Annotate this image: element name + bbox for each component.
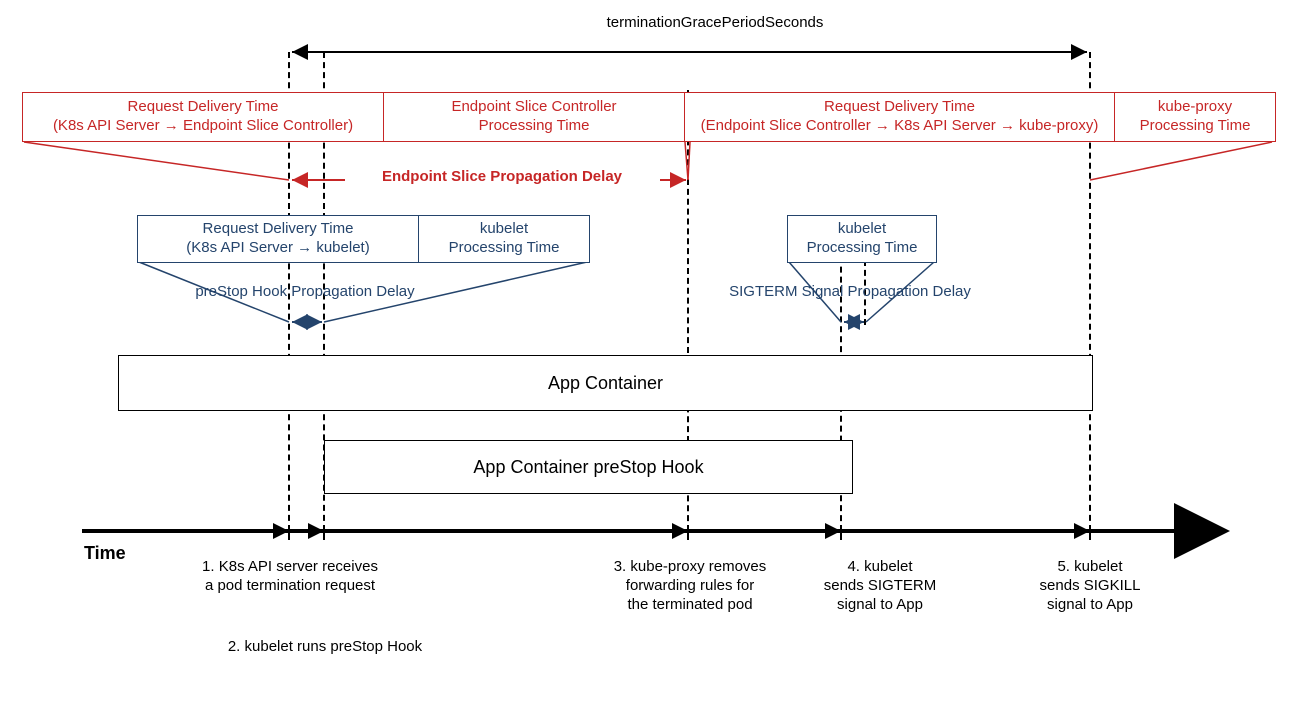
prestop-hook-label: App Container preStop Hook	[473, 456, 703, 479]
blue-box-2-l1: kubelet	[480, 220, 528, 237]
blue-box-1-l2: (K8s API Server → kubelet)	[186, 239, 369, 256]
blue-span-1-label: preStop Hook Propagation Delay	[170, 283, 440, 302]
red-box-1-l2: (K8s API Server → Endpoint Slice Control…	[53, 117, 353, 134]
red-box-3-l1: Request Delivery Time	[824, 98, 975, 115]
event-3: 3. kube-proxy removesforwarding rules fo…	[580, 558, 800, 614]
app-container-label: App Container	[548, 372, 663, 395]
red-box-2: Endpoint Slice Controller Processing Time	[383, 92, 685, 142]
prestop-hook-box: App Container preStop Hook	[324, 440, 853, 494]
event-5: 5. kubeletsends SIGKILLsignal to App	[1010, 558, 1170, 614]
blue-box-3: kubelet Processing Time	[787, 215, 937, 263]
blue-box-3-l2: Processing Time	[807, 239, 918, 256]
red-box-2-l2: Processing Time	[479, 117, 590, 134]
grace-period-label: terminationGracePeriodSeconds	[540, 14, 890, 33]
red-box-4: kube-proxy Processing Time	[1114, 92, 1276, 142]
red-box-3-l2: (Endpoint Slice Controller → K8s API Ser…	[701, 117, 1099, 134]
event-4: 4. kubeletsends SIGTERMsignal to App	[790, 558, 970, 614]
blue-box-3-l1: kubelet	[838, 220, 886, 237]
blue-box-2-l2: Processing Time	[449, 239, 560, 256]
blue-box-1-l1: Request Delivery Time	[203, 220, 354, 237]
red-box-4-l1: kube-proxy	[1158, 98, 1232, 115]
red-span-label: Endpoint Slice Propagation Delay	[346, 168, 658, 187]
app-container-box: App Container	[118, 355, 1093, 411]
red-box-2-l1: Endpoint Slice Controller	[451, 98, 616, 115]
red-box-1-l1: Request Delivery Time	[128, 98, 279, 115]
blue-box-1: Request Delivery Time (K8s API Server → k…	[137, 215, 419, 263]
event-1: 1. K8s API server receivesa pod terminat…	[150, 558, 430, 596]
red-box-4-l2: Processing Time	[1140, 117, 1251, 134]
event-2: 2. kubelet runs preStop Hook	[160, 638, 490, 657]
time-axis-label: Time	[84, 542, 126, 565]
red-box-1: Request Delivery Time (K8s API Server → E…	[22, 92, 384, 142]
red-box-3: Request Delivery Time (Endpoint Slice Con…	[684, 92, 1115, 142]
blue-box-2: kubelet Processing Time	[418, 215, 590, 263]
blue-span-2-label: SIGTERM Signal Propagation Delay	[700, 283, 1000, 302]
